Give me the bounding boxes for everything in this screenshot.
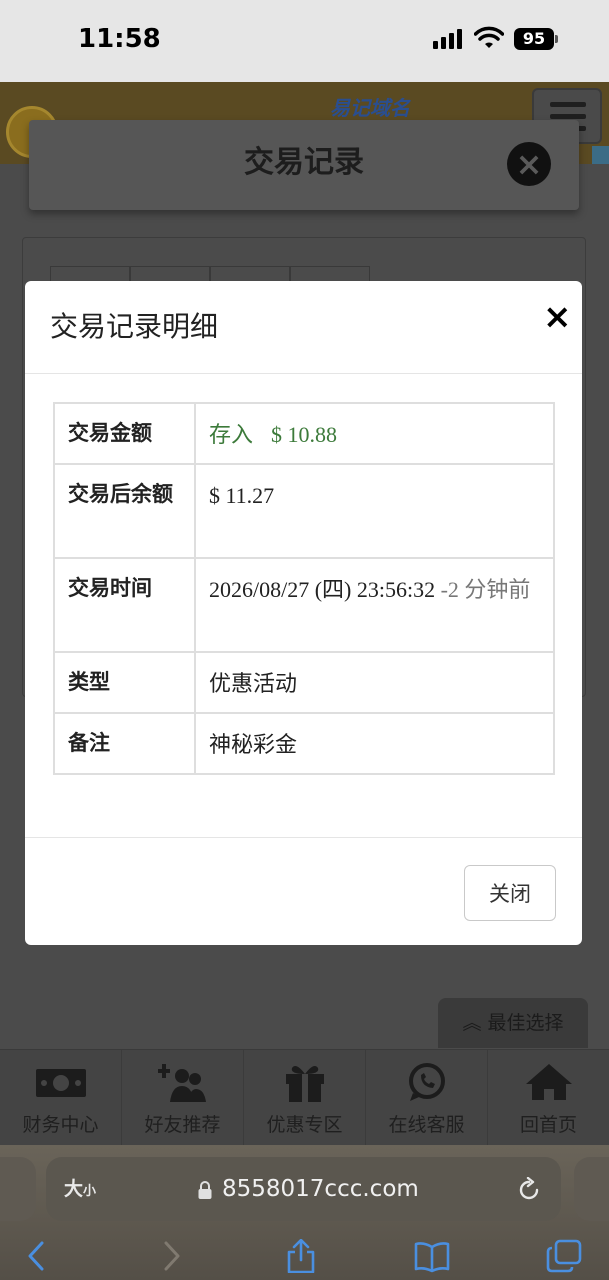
lock-icon xyxy=(198,1181,212,1199)
modal-title: 交易记录明细 xyxy=(50,310,219,343)
table-row-note: 备注 神秘彩金 xyxy=(53,712,555,775)
bookmarks-icon[interactable] xyxy=(414,1239,450,1273)
nav-item-referral[interactable]: 好友推荐 xyxy=(122,1050,244,1145)
best-choice-button[interactable]: ︽ 最佳选择 xyxy=(438,998,588,1048)
wifi-icon xyxy=(474,26,504,48)
chevron-up-icon: ︽ xyxy=(462,1012,482,1034)
reload-icon[interactable] xyxy=(516,1177,542,1203)
transaction-amount: $ 10.88 xyxy=(271,422,338,447)
text-size-button[interactable]: 大小 xyxy=(64,1157,96,1221)
note-value: 神秘彩金 xyxy=(194,712,555,775)
battery-icon: 95 xyxy=(514,28,558,50)
battery-level: 95 xyxy=(514,28,554,50)
signal-icon xyxy=(433,29,465,49)
tabs-icon[interactable] xyxy=(546,1239,582,1273)
status-bar: 11:58 95 xyxy=(0,0,609,82)
transaction-type: 存入 xyxy=(209,422,254,447)
row-label: 备注 xyxy=(53,712,196,775)
add-friend-icon xyxy=(157,1064,206,1102)
next-tab-peek[interactable] xyxy=(574,1157,609,1221)
row-label: 交易后余额 xyxy=(53,463,196,559)
whatsapp-icon xyxy=(408,1063,445,1101)
time-value: 2026/08/27 (四) 23:56:32 -2 分钟前 xyxy=(194,557,555,653)
safari-toolbar xyxy=(0,1235,609,1280)
nav-item-support[interactable]: 在线客服 xyxy=(366,1050,488,1145)
safari-bottom-bar: 大小 8558017ccc.com xyxy=(0,1145,609,1280)
site-bottom-nav: 财务中心 好友推荐 优惠专区 在线客服 回首页 xyxy=(0,1049,609,1145)
previous-tab-peek[interactable] xyxy=(0,1157,36,1221)
modal-header: 交易记录明细 × xyxy=(25,281,582,374)
amount-value: 存入 $ 10.88 xyxy=(194,402,555,465)
table-row-category: 类型 优惠活动 xyxy=(53,651,555,714)
table-row-amount: 交易金额 存入 $ 10.88 xyxy=(53,402,555,465)
share-icon[interactable] xyxy=(283,1239,319,1273)
back-icon[interactable] xyxy=(20,1239,56,1273)
close-icon[interactable]: × xyxy=(543,299,572,335)
nav-item-promotions[interactable]: 优惠专区 xyxy=(244,1050,366,1145)
url-text: 8558017ccc.com xyxy=(222,1176,419,1202)
status-time: 11:58 xyxy=(78,24,161,54)
transactions-panel-header: 交易记录 × xyxy=(29,120,579,210)
detail-table: 交易金额 存入 $ 10.88 交易后余额 $ 11.27 交易时间 2026/0… xyxy=(53,402,555,775)
panel-close-icon[interactable]: × xyxy=(507,142,551,186)
relative-time: -2 分钟前 xyxy=(440,577,531,602)
transaction-datetime: 2026/08/27 (四) 23:56:32 xyxy=(209,577,436,602)
balance-value: $ 11.27 xyxy=(194,463,555,559)
table-row-time: 交易时间 2026/08/27 (四) 23:56:32 -2 分钟前 xyxy=(53,557,555,653)
money-icon xyxy=(35,1069,86,1097)
address-bar[interactable]: 大小 8558017ccc.com xyxy=(46,1157,561,1221)
forward-icon[interactable] xyxy=(152,1239,188,1273)
table-row-balance: 交易后余额 $ 11.27 xyxy=(53,463,555,559)
transaction-detail-modal: 交易记录明细 × 交易金额 存入 $ 10.88 交易后余额 $ 11.27 交易… xyxy=(25,281,582,945)
nav-item-home[interactable]: 回首页 xyxy=(488,1050,609,1145)
nav-item-finance[interactable]: 财务中心 xyxy=(0,1050,122,1145)
row-label: 交易金额 xyxy=(53,402,196,465)
panel-title: 交易记录 xyxy=(244,145,364,180)
row-label: 类型 xyxy=(53,651,196,714)
site-domain-hint[interactable]: 易记域名 xyxy=(330,92,410,121)
close-button[interactable]: 关闭 xyxy=(464,865,556,921)
category-value: 优惠活动 xyxy=(194,651,555,714)
row-label: 交易时间 xyxy=(53,557,196,653)
gift-icon xyxy=(285,1066,324,1102)
modal-footer: 关闭 xyxy=(25,837,582,945)
home-icon xyxy=(525,1064,572,1100)
